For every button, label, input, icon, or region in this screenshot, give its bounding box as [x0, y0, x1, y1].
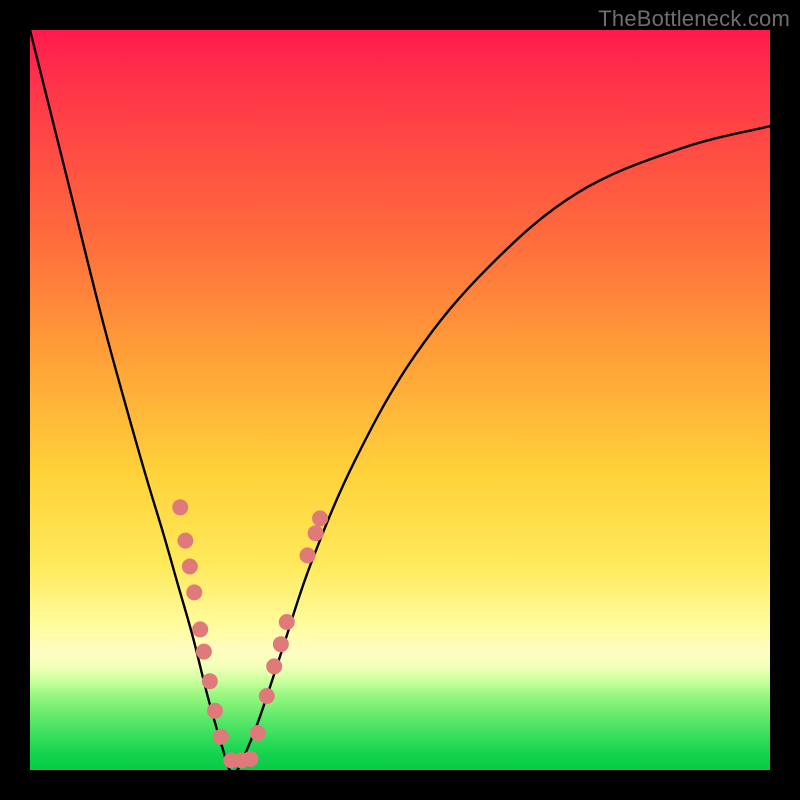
sample-point: [196, 644, 212, 660]
sample-point: [308, 525, 324, 541]
sample-point: [213, 729, 229, 745]
sample-point: [192, 621, 208, 637]
sample-point: [177, 533, 193, 549]
sample-point: [300, 547, 316, 563]
sample-point: [259, 688, 275, 704]
sample-point: [266, 658, 282, 674]
sample-point: [243, 751, 259, 767]
sample-point: [182, 559, 198, 575]
sample-point: [172, 499, 188, 515]
watermark-label: TheBottleneck.com: [598, 6, 790, 32]
chart-frame: TheBottleneck.com: [0, 0, 800, 800]
sample-point: [312, 510, 328, 526]
sample-point: [202, 673, 218, 689]
sample-points-group: [172, 499, 328, 768]
sample-point: [207, 703, 223, 719]
curve-layer: [30, 30, 770, 770]
sample-point: [186, 584, 202, 600]
plot-area: [30, 30, 770, 770]
sample-point: [279, 614, 295, 630]
sample-point: [273, 636, 289, 652]
sample-point: [250, 725, 266, 741]
bottleneck-curve: [30, 30, 770, 770]
